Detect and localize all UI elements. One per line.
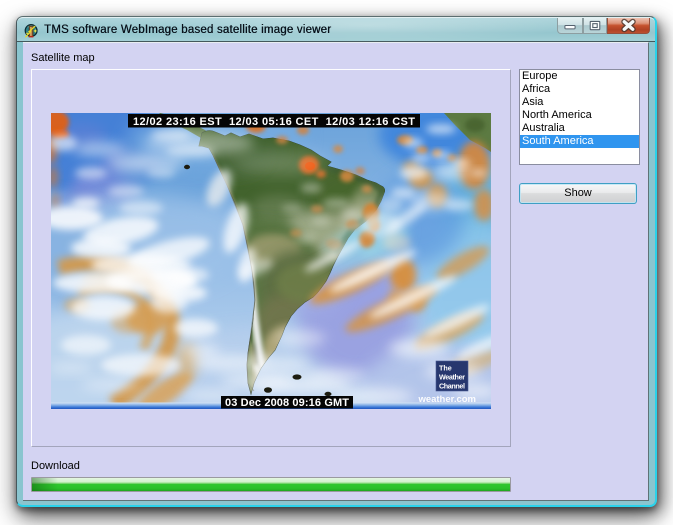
svg-text:The: The xyxy=(439,364,452,373)
svg-text:12/02 23:16 EST 12/03 05:16 C: 12/02 23:16 EST 12/03 05:16 CET 12/03 12… xyxy=(133,116,415,128)
svg-text:Channel: Channel xyxy=(439,382,465,391)
svg-text:weather.com: weather.com xyxy=(417,394,476,405)
svg-text:Weather: Weather xyxy=(439,373,465,382)
svg-text:03 Dec 2008 09:16 GMT: 03 Dec 2008 09:16 GMT xyxy=(225,397,349,409)
